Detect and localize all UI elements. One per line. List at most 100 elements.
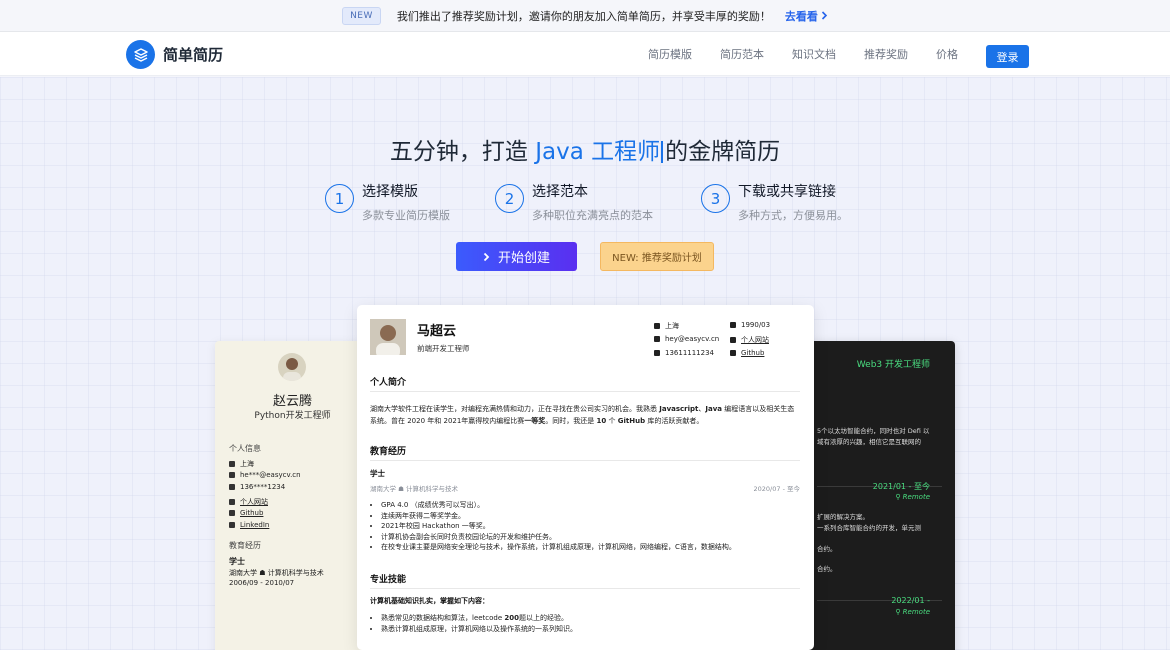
job-location: ⚲ Remote xyxy=(895,493,930,501)
link-icon xyxy=(229,499,235,505)
hero-title-highlight: Java 工程师 xyxy=(535,139,661,165)
link-website: 个人网站 xyxy=(229,497,268,507)
layers-icon xyxy=(126,40,155,69)
list-item: 在校专业课主要是网络安全理论与技术，操作系统，计算机组成原理，计算机网络，网络编… xyxy=(381,542,736,553)
resume-role: Python开发工程师 xyxy=(254,411,331,421)
step-number: 3 xyxy=(701,184,730,213)
announcement-bar: NEW 我们推出了推荐奖励计划，邀请你的朋友加入简单简历，并享受丰厚的奖励！ 去… xyxy=(0,0,1170,32)
info-email: he***@easycv.cn xyxy=(229,471,301,479)
step-desc: 多种职位充满亮点的范本 xyxy=(532,209,653,222)
announcement-text: 我们推出了推荐奖励计划，邀请你的朋友加入简单简历，并享受丰厚的奖励！ xyxy=(396,9,771,23)
divider xyxy=(370,391,800,392)
start-create-label: 开始创建 xyxy=(497,251,550,266)
step-title: 下载或共享链接 xyxy=(738,184,836,200)
info-location: 上海 xyxy=(229,459,254,469)
step-2: 2 选择范本 多种职位充满亮点的范本 xyxy=(495,181,653,223)
chevron-right-icon xyxy=(483,252,490,261)
resume-text: 一系列合库智能合约的开发，单元测 xyxy=(817,524,921,532)
nav-referral[interactable]: 推荐奖励 xyxy=(864,46,908,62)
edu-dates: 2020/07 - 至今 xyxy=(753,485,800,493)
resume-preview-right[interactable]: Web3 开发工程师 5个以太坊智能合约，同时也对 Defi 以 域有浓厚的兴趣… xyxy=(805,341,955,650)
logo-text: 简单简历 xyxy=(163,46,224,64)
nav-templates[interactable]: 简历模版 xyxy=(648,46,692,62)
step-number: 1 xyxy=(325,184,354,213)
github-icon xyxy=(229,510,235,516)
resume-role: Web3 开发工程师 xyxy=(856,360,930,370)
resume-role: 前端开发工程师 xyxy=(417,344,470,353)
announcement-link[interactable]: 去看看 xyxy=(785,8,828,24)
edu-degree: 学士 xyxy=(370,469,385,478)
new-badge: NEW xyxy=(342,6,381,25)
info-email: hey@easycv.cn xyxy=(654,335,719,343)
step-title: 选择范本 xyxy=(532,184,588,200)
logo[interactable]: 简单简历 xyxy=(126,40,223,69)
link-linkedin: LinkedIn xyxy=(229,521,269,529)
info-location: 上海 xyxy=(654,321,679,331)
location-icon xyxy=(229,461,235,467)
edu-list: GPA 4.0 （成绩优秀可以写出）。 连续两年获得二等奖学金。 2021年校园… xyxy=(381,500,736,553)
info-phone: 136****1234 xyxy=(229,483,285,491)
announcement-link-label: 去看看 xyxy=(784,9,818,23)
nav-samples[interactable]: 简历范本 xyxy=(720,46,764,62)
main-nav: 简历模版 简历范本 知识文档 推荐奖励 价格 xyxy=(648,32,958,76)
list-item: 2021年校园 Hackathon 一等奖。 xyxy=(381,521,736,532)
link-github: Github xyxy=(229,509,263,517)
avatar xyxy=(278,353,306,381)
edu-dates: 2006/09 - 2010/07 xyxy=(229,579,295,587)
avatar xyxy=(370,319,406,355)
nav-pricing[interactable]: 价格 xyxy=(936,46,958,62)
skills-intro: 计算机基础知识扎实，掌握如下内容： xyxy=(370,597,489,605)
section-title: 个人信息 xyxy=(229,444,261,453)
hero-title-prefix: 五分钟，打造 xyxy=(389,139,528,165)
nav-docs[interactable]: 知识文档 xyxy=(792,46,836,62)
link-icon xyxy=(730,337,736,343)
resume-text: 合约。 xyxy=(817,545,837,553)
resume-text: 5个以太坊智能合约，同时也对 Defi 以 xyxy=(817,427,930,435)
hero: 五分钟，打造 Java 工程师 的金牌简历 1 选择模版 多款专业简历模版 2 选… xyxy=(0,77,1170,650)
resume-preview-center[interactable]: 马超云 前端开发工程师 上海 hey@easycv.cn 13611111234… xyxy=(357,305,814,650)
step-1: 1 选择模版 多款专业简历模版 xyxy=(325,181,450,223)
login-button[interactable]: 登录 xyxy=(986,45,1029,68)
start-create-button[interactable]: 开始创建 xyxy=(456,242,577,271)
referral-button[interactable]: NEW: 推荐奖励计划 xyxy=(600,242,714,271)
divider xyxy=(370,460,800,461)
resume-name: 马超云 xyxy=(417,324,457,339)
link-github: Github xyxy=(730,349,764,357)
section-title: 教育经历 xyxy=(229,541,261,550)
step-desc: 多种方式，方便易用。 xyxy=(738,209,848,222)
resume-text: 合约。 xyxy=(817,565,837,573)
divider xyxy=(370,588,800,589)
list-item: 熟悉常见的数据结构和算法，leetcode 200题以上的经验。 xyxy=(381,613,577,624)
section-title: 教育经历 xyxy=(370,447,407,457)
chevron-right-icon xyxy=(821,11,828,20)
job-location: ⚲ Remote xyxy=(895,608,930,616)
hero-title-suffix: 的金牌简历 xyxy=(665,139,781,165)
step-number: 2 xyxy=(495,184,524,213)
edu-school: 湖南大学 ☗ 计算机科学与技术 xyxy=(229,569,324,577)
resume-text: 域有浓厚的兴趣，相信它是互联网的 xyxy=(817,438,921,446)
mail-icon xyxy=(654,336,660,342)
github-icon xyxy=(730,350,736,356)
mail-icon xyxy=(229,472,235,478)
linkedin-icon xyxy=(229,522,235,528)
header: 简单简历 简历模版 简历范本 知识文档 推荐奖励 价格 登录 xyxy=(0,32,1170,76)
list-item: 连续两年获得二等奖学金。 xyxy=(381,511,736,522)
calendar-icon xyxy=(730,322,736,328)
resume-preview-left[interactable]: 赵云腾 Python开发工程师 个人信息 上海 he***@easycv.cn … xyxy=(215,341,365,650)
info-phone: 13611111234 xyxy=(654,349,714,357)
edu-degree: 学士 xyxy=(229,557,245,566)
section-title: 专业技能 xyxy=(370,575,407,585)
hero-title: 五分钟，打造 Java 工程师 的金牌简历 xyxy=(0,132,1170,166)
job-date: 2021/01 - 至今 xyxy=(872,482,930,491)
phone-icon xyxy=(229,484,235,490)
typing-cursor xyxy=(661,141,664,163)
section-title: 个人简介 xyxy=(370,378,407,388)
step-title: 选择模版 xyxy=(362,184,418,200)
resume-text: 扩展的解决方案。 xyxy=(817,513,869,521)
job-date: 2022/01 - xyxy=(891,596,930,605)
list-item: 熟悉计算机组成原理，计算机网络以及操作系统的一系列知识。 xyxy=(381,624,577,635)
edu-school: 湖南大学 ☗ 计算机科学与技术 xyxy=(370,485,458,493)
skills-list: 熟悉常见的数据结构和算法，leetcode 200题以上的经验。 熟悉计算机组成… xyxy=(381,613,577,634)
info-birth: 1990/03 xyxy=(730,321,770,329)
list-item: GPA 4.0 （成绩优秀可以写出）。 xyxy=(381,500,736,511)
